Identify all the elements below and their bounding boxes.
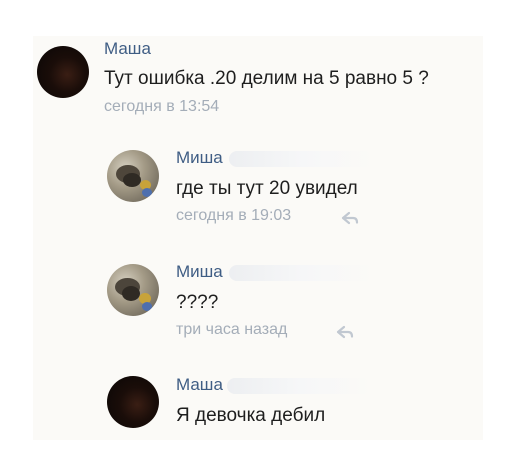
message-text: ???? <box>176 292 219 313</box>
blurred-surname <box>227 378 372 394</box>
avatar-masha[interactable] <box>107 376 159 428</box>
blurred-surname <box>229 151 374 167</box>
message-timestamp: сегодня в 19:03 <box>176 207 292 224</box>
message-text: Тут ошибка .20 делим на 5 равно 5 ? <box>104 68 429 89</box>
sender-name[interactable]: Маша <box>176 375 223 395</box>
sender-name[interactable]: Миша <box>176 262 223 282</box>
blurred-surname <box>229 265 374 281</box>
message-text: Я девочка дебил <box>176 405 326 426</box>
avatar-masha[interactable] <box>37 46 89 98</box>
reply-icon[interactable] <box>336 325 354 339</box>
sender-name[interactable]: Миша <box>176 148 223 168</box>
message-timestamp: сегодня в 13:54 <box>104 98 220 115</box>
reply-icon[interactable] <box>341 211 359 225</box>
message-text: где ты тут 20 увидел <box>176 178 358 199</box>
avatar-misha[interactable] <box>107 150 159 202</box>
sender-name[interactable]: Маша <box>104 39 151 59</box>
avatar-misha[interactable] <box>107 264 159 316</box>
message-timestamp: три часа назад <box>176 321 288 338</box>
